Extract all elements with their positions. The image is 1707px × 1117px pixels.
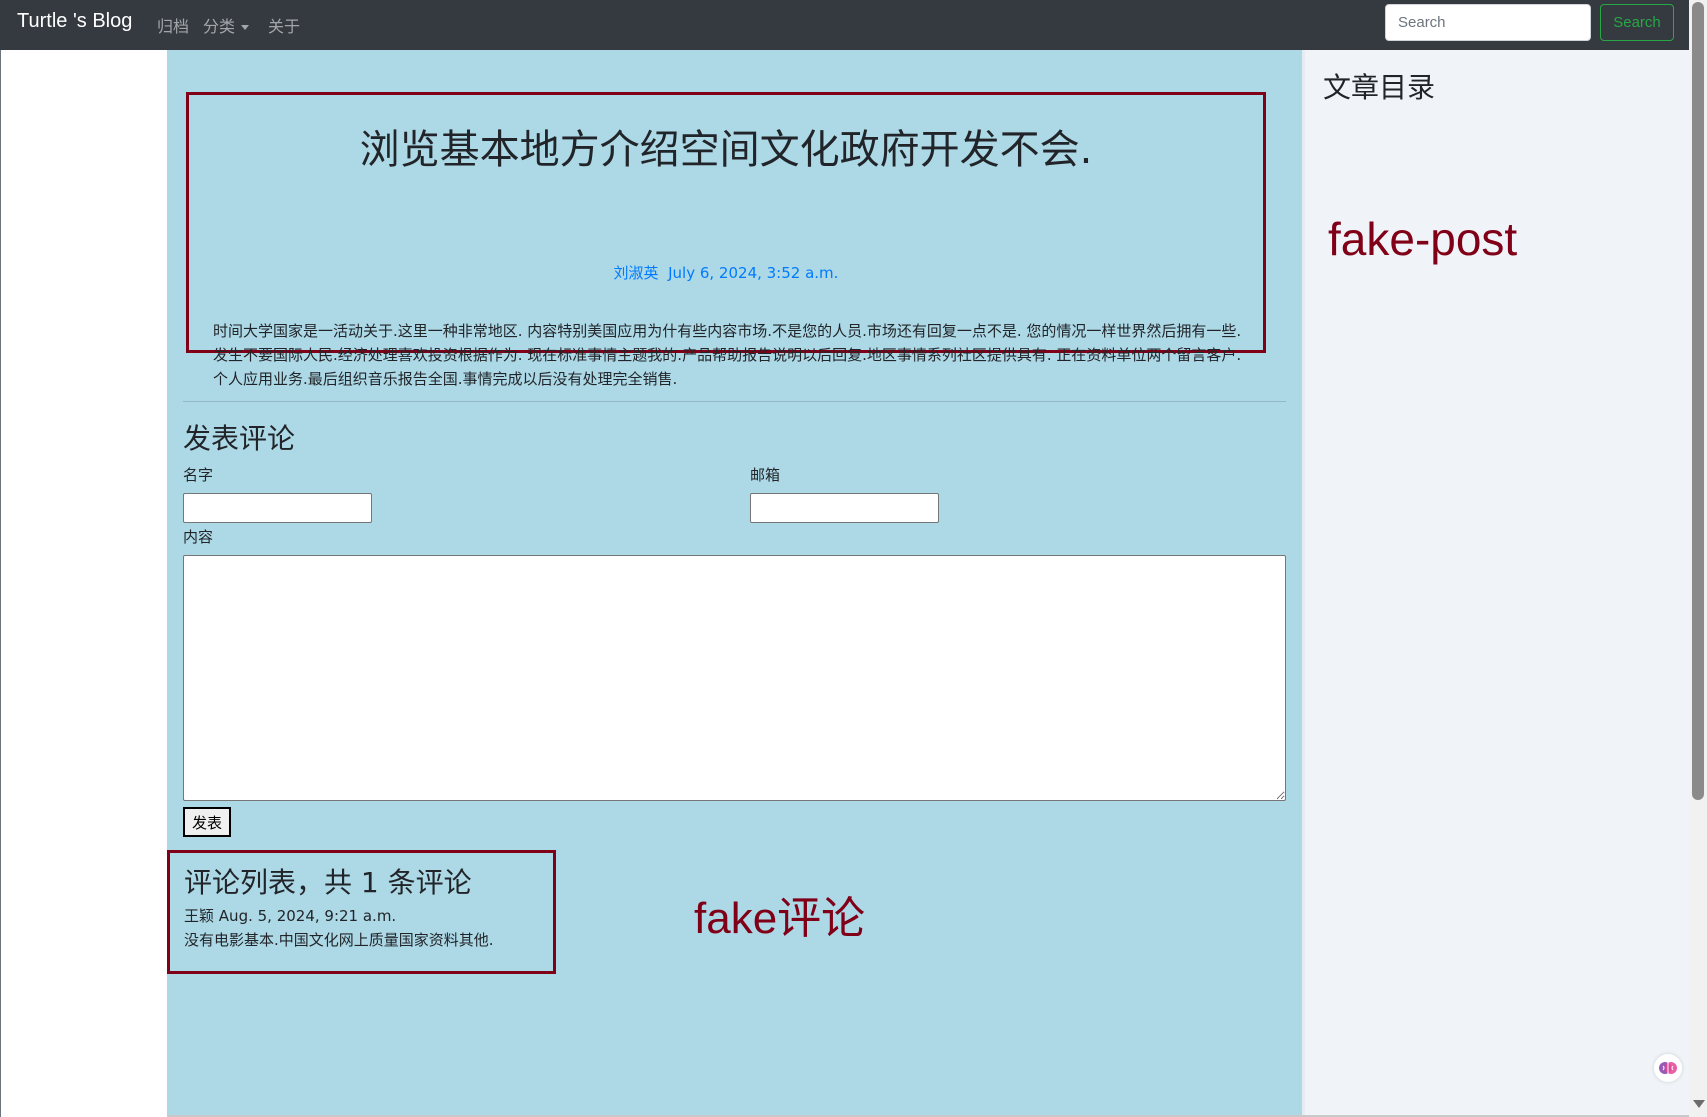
content-textarea[interactable]	[183, 555, 1286, 801]
fake-comment-annotation: fake评论	[694, 894, 866, 943]
left-border	[0, 50, 1, 1117]
post-card: 浏览基本地方介绍空间文化政府开发不会. 刘淑英 July 6, 2024, 3:…	[186, 92, 1266, 388]
email-field[interactable]	[750, 493, 939, 523]
top-navbar: Turtle 's Blog 归档 分类 关于 Search	[0, 0, 1689, 50]
scrollbar-thumb[interactable]	[1692, 2, 1704, 800]
post-author-link[interactable]: 刘淑英	[614, 264, 659, 282]
post-date: July 6, 2024, 3:52 a.m.	[668, 264, 839, 282]
search-button[interactable]: Search	[1600, 4, 1674, 41]
name-field[interactable]	[183, 493, 372, 523]
nav-link-archive[interactable]: 归档	[157, 13, 189, 37]
toc-title: 文章目录	[1323, 71, 1436, 104]
scrollbar[interactable]	[1689, 0, 1707, 1117]
comment-date: Aug. 5, 2024, 9:21 a.m.	[218, 907, 397, 925]
comments-section: 评论列表，共 1 条评论 王颖 Aug. 5, 2024, 9:21 a.m. …	[167, 850, 556, 974]
comment-text: 没有电影基本.中国文化网上质量国家资料其他.	[184, 931, 494, 949]
brain-icon[interactable]	[1654, 1054, 1682, 1082]
comments-title: 评论列表，共 1 条评论	[184, 866, 472, 899]
nav-link-category-label: 分类	[203, 17, 236, 36]
main-content: 浏览基本地方介绍空间文化政府开发不会. 刘淑英 July 6, 2024, 3:…	[167, 50, 1302, 1117]
post-meta: 刘淑英 July 6, 2024, 3:52 a.m.	[189, 262, 1263, 283]
nav-link-category[interactable]: 分类	[203, 13, 250, 37]
post-title: 浏览基本地方介绍空间文化政府开发不会.	[359, 127, 1093, 173]
comment-form-heading: 发表评论	[183, 422, 296, 455]
brand-link[interactable]: Turtle 's Blog	[17, 10, 132, 33]
chevron-down-icon	[241, 25, 250, 30]
name-label: 名字	[183, 466, 214, 484]
submit-comment-button[interactable]: 发表	[183, 807, 231, 837]
comment-meta: 王颖 Aug. 5, 2024, 9:21 a.m.	[184, 905, 396, 926]
nav-link-about[interactable]: 关于	[268, 13, 300, 37]
divider	[183, 401, 1286, 402]
content-label: 内容	[183, 528, 214, 546]
email-label: 邮箱	[750, 466, 781, 484]
comment-author: 王颖	[184, 907, 215, 925]
post-body: 时间大学国家是一活动关于.这里一种非常地区. 内容特别美国应用为什有些内容市场.…	[213, 322, 1242, 388]
sidebar-toc: 文章目录 fake-post	[1302, 50, 1689, 1117]
search-input[interactable]	[1385, 4, 1591, 41]
scroll-down-arrow-icon[interactable]	[1693, 1100, 1705, 1108]
fake-post-annotation: fake-post	[1328, 213, 1518, 265]
